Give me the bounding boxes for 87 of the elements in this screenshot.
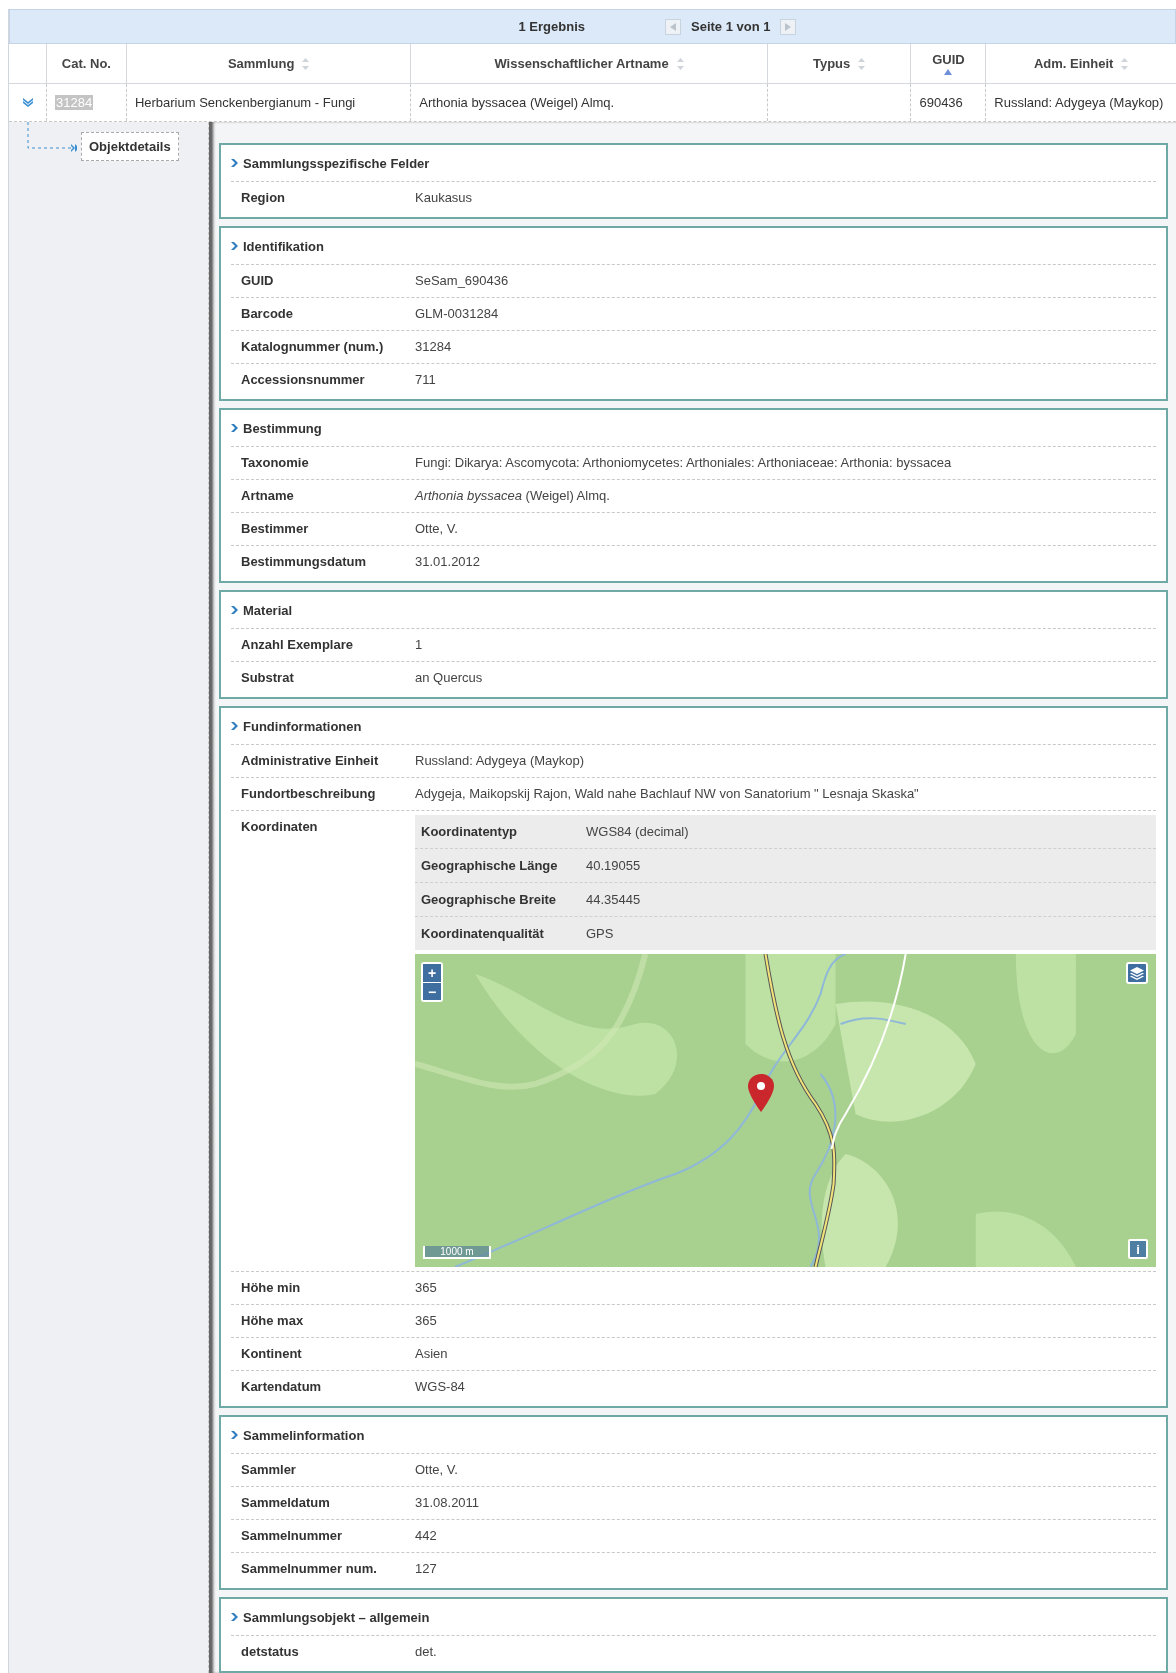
field-label: Koordinatentyp	[420, 824, 519, 839]
zoom-out-button[interactable]: −	[423, 982, 441, 1000]
table-cell: Russland: Adygeya (Maykop)	[994, 95, 1164, 110]
table-cell: Herbarium Senckenbergianum - Fungi	[134, 95, 356, 110]
field-label: Sammler	[240, 1461, 297, 1477]
field-label: Bestimmer	[240, 520, 310, 536]
section-title: Sammelinformation	[243, 1427, 365, 1443]
connector-arrow	[27, 122, 77, 154]
field-value: Otte, V.	[415, 1461, 458, 1477]
field-value: 711	[415, 371, 436, 387]
table-cell: Arthonia byssacea (Weigel) Almq.	[419, 95, 615, 110]
field-value: GLM-0031284	[415, 305, 499, 321]
field-value: Adygeja, Maikopskij Rajon, Wald nahe Bachlauf NW von Sanatorium " Lesnaja Skaska"	[415, 785, 919, 801]
field-label: GUID	[240, 272, 275, 288]
field-value: SeSam_690436	[415, 272, 509, 288]
field-label: Katalognummer (num.)	[240, 338, 385, 354]
field-label: Sammeldatum	[240, 1494, 331, 1510]
field-label: Geographische Breite	[420, 892, 558, 907]
field-value: 31284	[415, 338, 452, 354]
sort-ascending-icon[interactable]	[944, 69, 953, 75]
field-value: 365	[415, 1312, 437, 1328]
field-label: Accessionsnummer	[240, 371, 366, 387]
field-label: Region	[240, 189, 287, 205]
chevron-right-icon[interactable]	[231, 424, 239, 432]
object-details-link[interactable]: Objektdetails	[81, 132, 179, 161]
field-label: Anzahl Exemplare	[240, 636, 354, 652]
zoom-in-button[interactable]: +	[423, 964, 441, 982]
section-title: Identifikation	[243, 238, 324, 254]
field-label: Kartendatum	[240, 1378, 323, 1394]
field-label: Bestimmungsdatum	[240, 553, 367, 569]
field-value: Fungi: Dikarya: Ascomycota: Arthoniomycetes: Arthoniales: Arthoniaceae: Arthonia: byssacea	[415, 454, 952, 470]
field-value: Russland: Adygeya (Maykop)	[415, 752, 585, 768]
section-title: Sammlungsobjekt – allgemein	[243, 1609, 430, 1625]
section-title: Material	[243, 602, 293, 618]
chevron-right-icon[interactable]	[231, 606, 239, 614]
field-value: GPS	[586, 926, 614, 941]
field-label: Artname	[240, 487, 295, 503]
section-title: Bestimmung	[243, 420, 322, 436]
field-value: Kaukasus	[415, 189, 473, 205]
field-value: 442	[415, 1527, 437, 1543]
field-label: Höhe max	[240, 1312, 305, 1328]
field-value: Arthonia byssacea (Weigel) Almq.	[415, 487, 610, 503]
chevron-right-icon[interactable]	[231, 1613, 239, 1621]
section-title: Sammlungsspezifische Felder	[243, 155, 430, 171]
field-label: Fundortbeschreibung	[240, 785, 377, 801]
field-value: 44.35445	[586, 892, 641, 907]
layers-icon	[1130, 966, 1144, 980]
field-value: det.	[415, 1643, 437, 1659]
table-cell: 690436	[919, 95, 963, 110]
field-label: Sammelnummer num.	[240, 1560, 378, 1576]
section-title: Fundinformationen	[243, 718, 362, 734]
caret-right-icon	[785, 22, 792, 31]
field-label: Geographische Länge	[420, 858, 559, 873]
result-count: 1 Ergebnis	[518, 19, 585, 34]
field-value: Asien	[415, 1345, 448, 1361]
field-label: Taxonomie	[240, 454, 310, 470]
caret-left-icon	[670, 22, 676, 31]
field-label: Administrative Einheit	[240, 752, 380, 768]
chevron-right-icon[interactable]	[231, 1431, 239, 1439]
page-indicator: Seite 1 von 1	[691, 19, 771, 34]
info-button[interactable]: i	[1128, 1239, 1148, 1259]
field-value: 365	[415, 1279, 437, 1295]
field-label: Höhe min	[240, 1279, 302, 1295]
field-value: Otte, V.	[415, 520, 458, 536]
field-label: Koordinatenqualität	[420, 926, 545, 941]
field-value: 40.19055	[586, 858, 641, 873]
field-value: 31.08.2011	[415, 1494, 480, 1510]
field-label: Sammelnummer	[240, 1527, 344, 1543]
chevron-right-icon[interactable]	[231, 242, 239, 250]
field-value: an Quercus	[415, 669, 483, 685]
chevron-right-icon[interactable]	[231, 159, 239, 167]
table-cell: 31284	[55, 95, 94, 110]
layers-button[interactable]	[1126, 962, 1148, 984]
field-label: Koordinaten	[240, 818, 319, 834]
field-label: detstatus	[240, 1643, 300, 1659]
map-marker-icon[interactable]	[748, 1074, 774, 1112]
field-value: 1	[415, 636, 423, 652]
field-value: WGS84 (decimal)	[586, 824, 689, 839]
field-value: 127	[415, 1560, 437, 1576]
field-label: Barcode	[240, 305, 295, 321]
chevron-right-icon[interactable]	[231, 722, 239, 730]
field-label: Kontinent	[240, 1345, 303, 1361]
chevron-down-icon[interactable]	[22, 98, 33, 107]
field-label: Substrat	[240, 669, 295, 685]
field-value: 31.01.2012	[415, 553, 481, 569]
field-value: WGS-84	[415, 1378, 465, 1394]
map-scale: 1000 m	[423, 1246, 491, 1259]
